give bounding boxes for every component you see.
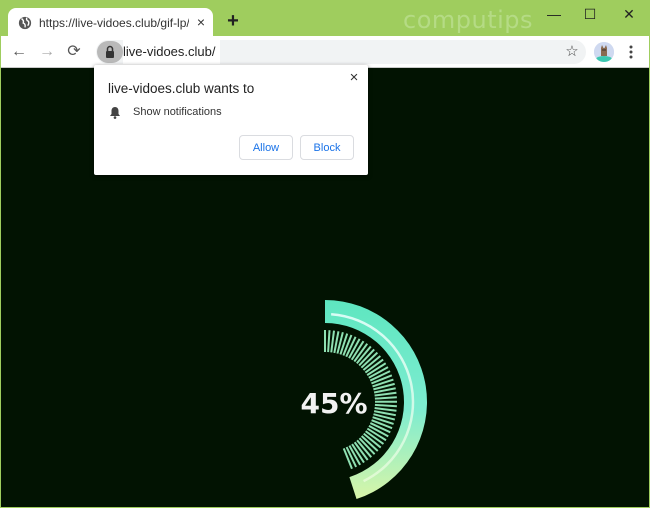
reload-button[interactable]: ⟳ <box>65 43 83 61</box>
tab-title: https://live-vidoes.club/gif-lp/3/? <box>39 16 189 30</box>
address-bar[interactable]: live-vidoes.club/ <box>96 40 586 64</box>
progress-tick <box>327 330 331 353</box>
browser-window: https://live-vidoes.club/gif-lp/3/? × + … <box>0 0 650 508</box>
close-window-button[interactable]: ✕ <box>616 4 642 24</box>
bookmark-star-icon[interactable]: ☆ <box>563 43 581 61</box>
avatar-cat-icon <box>594 42 614 62</box>
notification-permission-dialog: live-vidoes.club wants to × Show notific… <box>94 65 368 175</box>
bell-icon <box>110 107 120 119</box>
progress-tick <box>374 396 397 400</box>
tab-active[interactable]: https://live-vidoes.club/gif-lp/3/? × <box>8 8 213 38</box>
dialog-title: live-vidoes.club wants to <box>108 81 255 96</box>
maximize-button[interactable]: ☐ <box>577 4 603 24</box>
allow-button[interactable]: Allow <box>239 135 293 160</box>
site-info-button[interactable] <box>97 41 123 63</box>
profile-avatar[interactable] <box>594 42 614 62</box>
progress-tick <box>374 403 397 408</box>
lock-icon <box>106 45 114 58</box>
minimize-button[interactable]: — <box>541 4 567 24</box>
progress-tick <box>330 330 335 353</box>
new-tab-button[interactable]: + <box>224 11 242 31</box>
menu-kebab-icon[interactable] <box>626 43 636 61</box>
progress-percent-label: 45% <box>300 387 367 420</box>
globe-icon <box>18 16 32 30</box>
back-button[interactable]: ← <box>10 43 28 61</box>
watermark: computips <box>403 6 534 34</box>
toolbar: ← → ⟳ live-vidoes.club/ ☆ <box>1 36 649 68</box>
progress-tick <box>374 407 397 412</box>
block-button[interactable]: Block <box>300 135 354 160</box>
permission-text: Show notifications <box>133 106 222 118</box>
tab-close-button[interactable]: × <box>193 14 209 30</box>
tab-strip: https://live-vidoes.club/gif-lp/3/? × + … <box>0 0 650 38</box>
dialog-close-button[interactable]: × <box>347 70 361 86</box>
url-text[interactable]: live-vidoes.club/ <box>123 40 220 64</box>
progress-tick <box>374 391 397 397</box>
forward-button[interactable]: → <box>38 43 56 61</box>
